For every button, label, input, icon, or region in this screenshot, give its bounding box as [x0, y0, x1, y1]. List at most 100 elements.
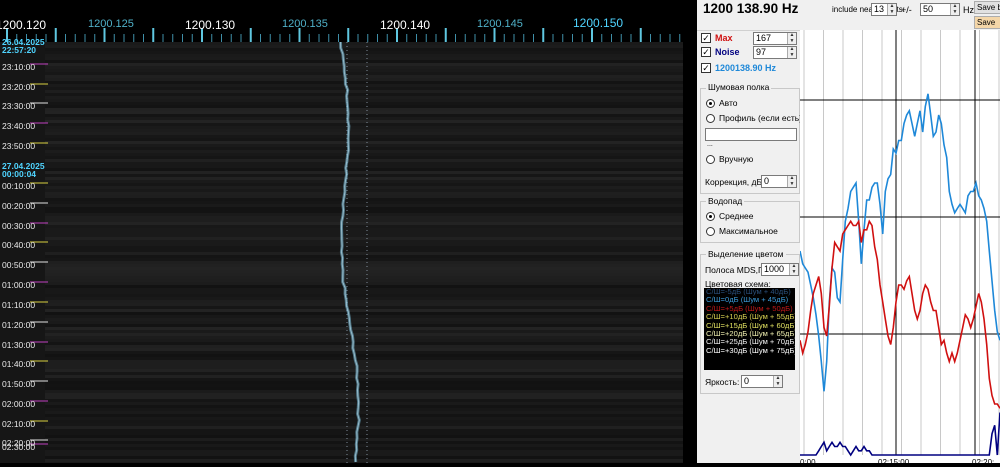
profile-browse-dots[interactable]: ... [707, 141, 713, 148]
profile-radio[interactable] [706, 114, 715, 123]
time-label: 00:30:00 [2, 221, 36, 231]
waterfall-noise-row [45, 117, 683, 120]
waterfall-noise-row [45, 216, 683, 219]
waterfall-noise-row [45, 171, 683, 174]
waterfall-noise-row [45, 90, 683, 93]
waterfall-noise-row [45, 372, 683, 375]
noise-checkbox[interactable]: ✓ [701, 47, 711, 57]
waterfall-canvas[interactable] [0, 0, 683, 463]
waterfall-noise-row [45, 276, 683, 279]
time-label: 01:10:00 [2, 300, 36, 310]
waterfall-noise-row [45, 66, 683, 69]
waterfall-noise-row [45, 402, 683, 405]
waterfall-noise-row [45, 213, 683, 216]
manual-radio[interactable] [706, 155, 715, 164]
time-label: 23:20:00 [2, 82, 36, 92]
frequency-checkbox[interactable]: ✓ [701, 63, 711, 73]
nearby-slots-value: 13 [874, 4, 885, 14]
waterfall-noise-row [45, 222, 683, 225]
time-label: 01:00:00 [2, 280, 36, 290]
stepper-arrows-icon[interactable]: ▲ ▼ [787, 175, 796, 187]
waterfall-noise-row [45, 258, 683, 261]
bandwidth-stepper[interactable]: 50 ▲ ▼ [920, 3, 960, 16]
waterfall-noise-row [45, 381, 683, 384]
waterfall-noise-row [45, 405, 683, 408]
color-scheme-legend[interactable]: С/Ш=-5дБ (Шум + 40дБ) С/Ш=0дБ (Шум + 45дБ… [704, 288, 795, 370]
waterfall-noise-row [45, 45, 683, 48]
waterfall-noise-row [45, 408, 683, 411]
frequency-row: ✓ 1200138.90 Hz [701, 62, 801, 76]
waterfall-noise-row [45, 261, 683, 264]
waterfall-noise-row [45, 252, 683, 255]
waterfall-noise-row [45, 351, 683, 354]
brightness-stepper[interactable]: 0 ▲ ▼ [741, 375, 783, 388]
waterfall-noise-row [45, 345, 683, 348]
auto-radio[interactable] [706, 99, 715, 108]
noise-stepper[interactable]: 97 ▲ ▼ [753, 46, 797, 59]
mds-band-stepper[interactable]: 1000 ▲ ▼ [761, 263, 799, 276]
waterfall-noise-row [45, 417, 683, 420]
correction-stepper[interactable]: 0 ▲ ▼ [761, 175, 797, 188]
waterfall-noise-row [45, 348, 683, 351]
waterfall-noise-row [45, 207, 683, 210]
waterfall-noise-row [45, 312, 683, 315]
waterfall-noise-row [45, 87, 683, 90]
max-checkbox[interactable]: ✓ [701, 33, 711, 43]
time-label: 01:30:00 [2, 340, 36, 350]
stepper-arrows-icon[interactable]: ▲ ▼ [773, 375, 782, 387]
waterfall-mode-title: Водопад [706, 196, 745, 206]
waterfall-noise-row [45, 297, 683, 300]
save-b-button[interactable]: Save b [974, 1, 1000, 14]
waterfall-noise-row [45, 441, 683, 444]
stepper-arrows-icon[interactable]: ▲ ▼ [887, 3, 896, 15]
signal-chart-canvas[interactable] [799, 30, 1000, 463]
time-label: 02:30:00 [2, 442, 36, 452]
time-label: 01:20:00 [2, 320, 36, 330]
time-label: 02:10:00 [2, 419, 36, 429]
waterfall-noise-row [45, 60, 683, 63]
waterfall-noise-row [45, 315, 683, 318]
stepper-arrows-icon[interactable]: ▲ ▼ [787, 32, 796, 44]
frequency-label: 1200.150 [573, 16, 624, 30]
waterfall-noise-row [45, 411, 683, 414]
waterfall-noise-row [45, 192, 683, 195]
save-button[interactable]: Save [974, 16, 1000, 29]
maximum-label: Максимальное [719, 226, 778, 236]
max-stepper[interactable]: 167 ▲ ▼ [753, 32, 797, 45]
waterfall-noise-row [45, 438, 683, 441]
average-radio[interactable] [706, 212, 715, 221]
waterfall-noise-row [45, 318, 683, 321]
waterfall-noise-row [45, 336, 683, 339]
average-label: Среднее [719, 211, 754, 221]
waterfall-noise-row [45, 105, 683, 108]
waterfall-noise-row [45, 156, 683, 159]
waterfall-noise-row [45, 366, 683, 369]
stepper-arrows-icon[interactable]: ▲ ▼ [950, 3, 959, 15]
stepper-arrows-icon[interactable]: ▲ ▼ [789, 263, 798, 275]
frequency-ruler[interactable]: 1200.120 1200.125 1200.130 1200.135 1200.140… [0, 0, 683, 42]
frequency-label: 1200.145 [477, 18, 523, 30]
waterfall-noise-row [45, 189, 683, 192]
waterfall-noise-row [45, 387, 683, 390]
waterfall-noise-row [45, 165, 683, 168]
waterfall-noise-row [45, 54, 683, 57]
waterfall-noise-row [45, 288, 683, 291]
waterfall-noise-row [45, 357, 683, 360]
maximum-radio[interactable] [706, 227, 715, 236]
waterfall-noise-row [45, 177, 683, 180]
waterfall-noise-row [45, 126, 683, 129]
waterfall-view[interactable]: 1200.120 1200.125 1200.130 1200.135 1200.140… [0, 0, 683, 463]
max-label: Max [715, 33, 733, 43]
waterfall-noise-row [45, 378, 683, 381]
stepper-arrows-icon[interactable]: ▲ ▼ [787, 46, 796, 58]
waterfall-noise-row [45, 342, 683, 345]
waterfall-noise-row [45, 270, 683, 273]
waterfall-noise-row [45, 96, 683, 99]
waterfall-noise-row [45, 282, 683, 285]
max-value: 167 [756, 33, 772, 43]
nearby-slots-stepper[interactable]: 13 ▲ ▼ [871, 3, 897, 16]
profile-path-input[interactable] [705, 128, 797, 141]
waterfall-noise-row [45, 63, 683, 66]
signal-chart[interactable]: 0:00 02:15:00 02:20: [799, 30, 1000, 467]
waterfall-noise-row [45, 150, 683, 153]
